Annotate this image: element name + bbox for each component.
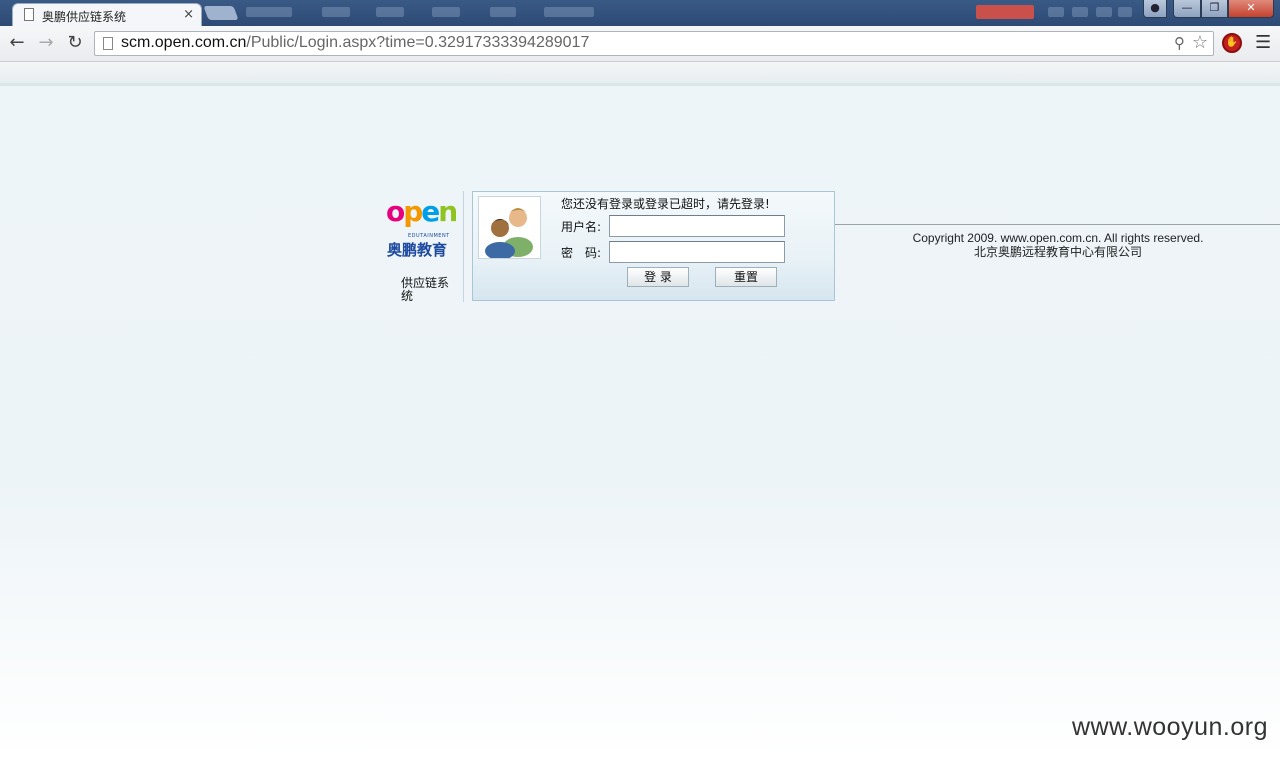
vertical-divider — [463, 191, 464, 302]
brand-name-cn: 奥鹏教育 — [387, 241, 448, 259]
open-logo: open EDUTAINMENT 奥鹏教育 — [386, 195, 458, 263]
new-tab-button[interactable] — [203, 6, 239, 20]
company-name: 北京奥鹏远程教育中心有限公司 — [973, 245, 1142, 259]
blurred-badge — [976, 5, 1034, 19]
copyright-block: Copyright 2009. www.open.com.cn. All rig… — [858, 231, 1258, 259]
blurred-icon — [1096, 7, 1112, 17]
zoom-icon[interactable]: ⚲ — [1174, 34, 1185, 52]
blurred-bookmark — [432, 7, 460, 17]
blurred-bookmark — [544, 7, 594, 17]
watermark: www.wooyun.org — [1072, 713, 1268, 741]
password-label: 密 码: — [561, 246, 602, 260]
username-input[interactable] — [609, 215, 785, 237]
system-name: 供应链系统 — [401, 276, 450, 303]
url-text[interactable]: scm.open.com.cn/Public/Login.aspx?time=0… — [121, 34, 589, 52]
close-window-icon[interactable]: ✕ — [1228, 0, 1274, 18]
blurred-bookmark — [490, 7, 516, 17]
reset-button[interactable]: 重置 — [715, 267, 777, 287]
header-rule — [835, 224, 1280, 225]
blurred-bookmark — [246, 7, 292, 17]
maximize-window-icon[interactable]: ❐ — [1201, 0, 1228, 18]
browser-toolbar: ← → ↻ scm.open.com.cn/Public/Login.aspx?… — [0, 26, 1280, 62]
login-panel: 您还没有登录或登录已超时，请先登录! 用户名: 密 码: 登 录 重置 — [472, 191, 835, 301]
users-avatar-icon — [478, 196, 541, 260]
blurred-bookmark — [376, 7, 404, 17]
menu-icon[interactable]: ☰ — [1255, 32, 1271, 53]
url-path: /Public/Login.aspx?time=0.32917333394289… — [246, 34, 590, 51]
address-bar[interactable]: scm.open.com.cn/Public/Login.aspx?time=0… — [94, 31, 1214, 56]
back-arrow-icon[interactable]: ← — [6, 32, 28, 54]
blurred-icon — [1118, 7, 1132, 17]
url-host: scm.open.com.cn — [121, 34, 247, 51]
page-icon — [103, 37, 113, 50]
copyright-text: Copyright 2009. www.open.com.cn. All rig… — [912, 231, 1204, 245]
password-input[interactable] — [609, 241, 785, 263]
page-favicon-icon — [24, 8, 34, 21]
tab-close-icon[interactable]: × — [183, 7, 194, 22]
blurred-icon — [1072, 7, 1088, 17]
browser-tabstrip: 奥鹏供应链系统 × ● — ❐ ✕ — [0, 0, 1280, 26]
forward-arrow-icon[interactable]: → — [35, 32, 57, 54]
tab-title: 奥鹏供应链系统 — [42, 10, 127, 24]
page-top-band — [0, 62, 1280, 86]
blurred-bookmark — [322, 7, 350, 17]
logo-block: open EDUTAINMENT 奥鹏教育 供应链系统 — [384, 195, 462, 307]
bookmark-star-icon[interactable]: ☆ — [1192, 32, 1208, 53]
login-message: 您还没有登录或登录已超时，请先登录! — [561, 197, 770, 211]
browser-tab-active[interactable]: 奥鹏供应链系统 × — [12, 3, 202, 26]
adblock-icon[interactable]: ✋ — [1222, 33, 1242, 53]
blurred-icon — [1048, 7, 1064, 17]
brand-wordmark: open — [386, 195, 458, 228]
login-button[interactable]: 登 录 — [627, 267, 689, 287]
profile-icon[interactable]: ● — [1143, 0, 1167, 18]
reload-icon[interactable]: ↻ — [64, 32, 86, 54]
page-body: open EDUTAINMENT 奥鹏教育 供应链系统 您还没有登录或登录已超时… — [0, 62, 1280, 759]
username-label: 用户名: — [561, 220, 602, 234]
minimize-window-icon[interactable]: — — [1173, 0, 1201, 18]
